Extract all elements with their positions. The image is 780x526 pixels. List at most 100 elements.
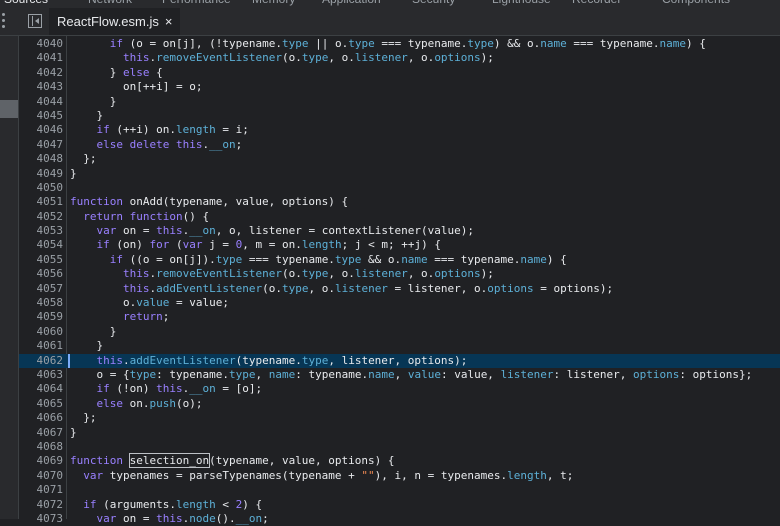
line-number[interactable]: 4064: [19, 382, 64, 396]
code-line[interactable]: 4054 if (on) for (var j = 0, m = on.leng…: [19, 238, 780, 252]
code-line[interactable]: 4058 o.value = value;: [19, 296, 780, 310]
line-number[interactable]: 4054: [19, 238, 64, 252]
line-number[interactable]: 4065: [19, 397, 64, 411]
panel-tab-components[interactable]: Components: [662, 0, 730, 6]
code-line[interactable]: 4051 function onAdd(typename, value, opti…: [19, 195, 780, 209]
line-source: var typenames = parseTypenames(typename …: [83, 468, 574, 482]
line-number[interactable]: 4057: [19, 282, 64, 296]
line-number[interactable]: 4041: [19, 51, 64, 65]
code-line[interactable]: 4066 };: [19, 411, 780, 425]
code-line[interactable]: 4053 var on = this.__on, o, listener = c…: [19, 224, 780, 238]
panel-tab-application[interactable]: Application: [322, 0, 381, 6]
code-editor[interactable]: 4040 if (o = on[j], (!typename.type || o…: [19, 37, 780, 526]
code-line[interactable]: 4040 if (o = on[j], (!typename.type || o…: [19, 37, 780, 51]
line-source: o.value = value;: [70, 296, 229, 310]
panel-tab-performance[interactable]: Performance: [162, 0, 231, 6]
line-number[interactable]: 4043: [19, 80, 64, 94]
line-number[interactable]: 4066: [19, 411, 64, 425]
code-line[interactable]: 4049}: [19, 167, 780, 181]
line-source: }: [70, 425, 77, 439]
line-source: else delete this.__on;: [96, 137, 243, 151]
code-line[interactable]: 4059 return;: [19, 310, 780, 324]
line-number[interactable]: 4071: [19, 483, 64, 497]
line-number[interactable]: 4052: [19, 210, 64, 224]
devtools-panel-tabs: Sources Network Performance Memory Applicati…: [0, 0, 780, 8]
file-tab[interactable]: ReactFlow.esm.js ×: [49, 8, 181, 35]
code-line[interactable]: 4047 else delete this.__on;: [19, 138, 780, 152]
code-line[interactable]: 4072 if (arguments.length < 2) {: [19, 498, 780, 512]
code-line[interactable]: 4048 };: [19, 152, 780, 166]
panel-tab-security[interactable]: Security: [412, 0, 455, 6]
line-number[interactable]: 4060: [19, 325, 64, 339]
toggle-navigator-icon[interactable]: [28, 14, 42, 28]
line-number[interactable]: 4068: [19, 440, 64, 454]
line-number[interactable]: 4050: [19, 181, 64, 195]
line-number[interactable]: 4067: [19, 426, 64, 440]
line-number[interactable]: 4059: [19, 310, 64, 324]
line-number[interactable]: 4055: [19, 253, 64, 267]
line-number[interactable]: 4048: [19, 152, 64, 166]
panel-tab-sources[interactable]: Sources: [4, 0, 48, 6]
code-line[interactable]: 4057 this.addEventListener(o.type, o.lis…: [19, 282, 780, 296]
line-source: if ((o = on[j]).type === typename.type &…: [109, 252, 567, 266]
code-line[interactable]: 4045 }: [19, 109, 780, 123]
navigator-marker[interactable]: [0, 100, 18, 118]
code-line[interactable]: 4055 if ((o = on[j]).type === typename.t…: [19, 253, 780, 267]
code-line[interactable]: 4056 this.removeEventListener(o.type, o.…: [19, 267, 780, 281]
code-line[interactable]: 4041 this.removeEventListener(o.type, o.…: [19, 51, 780, 65]
code-line[interactable]: 4042 } else {: [19, 66, 780, 80]
line-source: if (arguments.length < 2) {: [83, 497, 263, 511]
code-line[interactable]: 4068: [19, 440, 780, 454]
line-source: return;: [122, 310, 170, 324]
line-number[interactable]: 4062: [19, 354, 64, 368]
code-line[interactable]: 4065 else on.push(o);: [19, 397, 780, 411]
line-source: function selection_on(typename, value, o…: [70, 453, 395, 469]
line-number[interactable]: 4047: [19, 138, 64, 152]
line-source: }: [70, 339, 104, 353]
line-source: on[++i] = o;: [70, 80, 203, 94]
line-number[interactable]: 4063: [19, 368, 64, 382]
line-source: if (++i) on.length = i;: [96, 123, 249, 137]
code-line[interactable]: 4061 }: [19, 339, 780, 353]
more-options-icon[interactable]: [1, 13, 7, 31]
code-line[interactable]: 4070 var typenames = parseTypenames(type…: [19, 469, 780, 483]
line-number[interactable]: 4056: [19, 267, 64, 281]
line-source: var on = this.__on, o, listener = contex…: [96, 224, 475, 238]
code-line[interactable]: 4067}: [19, 426, 780, 440]
code-line[interactable]: 4071: [19, 483, 780, 497]
line-number[interactable]: 4053: [19, 224, 64, 238]
line-number[interactable]: 4051: [19, 195, 64, 209]
line-source: if (on) for (var j = 0, m = on.length; j…: [96, 238, 441, 252]
code-line[interactable]: 4060 }: [19, 325, 780, 339]
line-number[interactable]: 4046: [19, 123, 64, 137]
line-number[interactable]: 4058: [19, 296, 64, 310]
panel-tab-memory[interactable]: Memory: [252, 0, 295, 6]
line-number[interactable]: 4044: [19, 95, 64, 109]
line-number[interactable]: 4070: [19, 469, 64, 483]
code-line[interactable]: 4044 }: [19, 95, 780, 109]
line-number[interactable]: 4049: [19, 167, 64, 181]
code-line[interactable]: 4052 return function() {: [19, 210, 780, 224]
code-line[interactable]: 4063 o = {type: typename.type, name: typ…: [19, 368, 780, 382]
line-number[interactable]: 4069: [19, 454, 64, 468]
line-number[interactable]: 4061: [19, 339, 64, 353]
code-line[interactable]: 4043 on[++i] = o;: [19, 80, 780, 94]
code-line[interactable]: 4050: [19, 181, 780, 195]
code-line[interactable]: 4046 if (++i) on.length = i;: [19, 123, 780, 137]
line-number[interactable]: 4040: [19, 37, 64, 51]
line-source: if (o = on[j], (!typename.type || o.type…: [109, 37, 706, 50]
code-line[interactable]: 4069 function selection_on(typename, valu…: [19, 453, 780, 469]
navigator-collapsed-strip: [0, 36, 19, 519]
line-source: };: [70, 152, 97, 166]
line-source: this.addEventListener(typename.type, lis…: [96, 353, 468, 367]
line-source: };: [70, 411, 97, 425]
panel-tab-lighthouse[interactable]: Lighthouse: [492, 0, 551, 6]
panel-tab-recorder[interactable]: Recorder: [572, 0, 621, 6]
line-number[interactable]: 4045: [19, 109, 64, 123]
code-line[interactable]: 4062 this.addEventListener(typename.type…: [19, 353, 780, 368]
line-number[interactable]: 4042: [19, 66, 64, 80]
close-tab-icon[interactable]: ×: [165, 14, 173, 29]
line-number[interactable]: 4072: [19, 498, 64, 512]
panel-tab-network[interactable]: Network: [88, 0, 132, 6]
code-line[interactable]: 4064 if (!on) this.__on = [o];: [19, 382, 780, 396]
